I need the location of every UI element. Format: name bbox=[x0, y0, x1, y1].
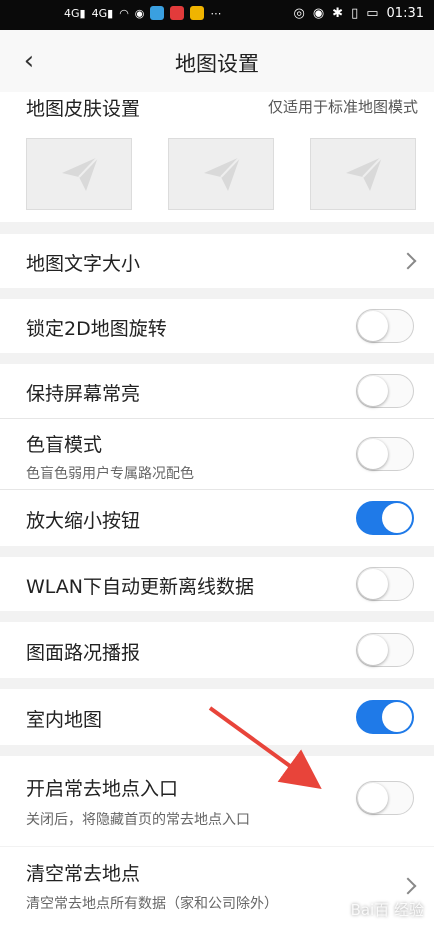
toggle-knob bbox=[358, 783, 388, 813]
status-bar: 4G▮ 4G▮ ◠ ◉ ⋯ ◎ ◉ ✱ ▯ ▭ 01:31 bbox=[0, 0, 434, 30]
toggle-knob bbox=[382, 503, 412, 533]
skin-option[interactable] bbox=[310, 138, 416, 210]
paper-plane-icon bbox=[204, 156, 241, 191]
color-blind-sub: 色盲色弱用户专属路况配色 bbox=[26, 466, 194, 482]
clear-places-sub: 清空常去地点所有数据（家和公司除外） bbox=[26, 896, 278, 912]
app-notification-icon bbox=[150, 6, 165, 20]
sync-icon: ◉ bbox=[134, 6, 145, 20]
toggle-knob bbox=[358, 439, 388, 469]
traffic-broadcast-row: 图面路况播报 bbox=[0, 622, 434, 678]
toggle-knob bbox=[358, 635, 388, 665]
wifi-icon: ◠ bbox=[119, 6, 129, 20]
status-right: ◎ ◉ ✱ ▯ ▭ 01:31 bbox=[293, 6, 424, 21]
toggle-knob bbox=[358, 311, 388, 341]
keep-screen-toggle[interactable] bbox=[356, 374, 414, 408]
more-icon: ⋯ bbox=[210, 6, 222, 20]
wlan-update-label: WLAN下自动更新离线数据 bbox=[26, 576, 255, 598]
toggle-knob bbox=[382, 702, 412, 732]
zoom-buttons-label: 放大缩小按钮 bbox=[26, 510, 141, 532]
chevron-right-icon bbox=[399, 877, 417, 895]
frequent-places-toggle[interactable] bbox=[356, 781, 414, 815]
network-type-label: 4G bbox=[91, 6, 108, 20]
indoor-map-row: 室内地图 bbox=[0, 689, 434, 745]
app-notification-icon bbox=[170, 6, 185, 20]
status-left: 4G▮ 4G▮ ◠ ◉ ⋯ bbox=[64, 6, 221, 20]
battery-icon: ▭ bbox=[366, 6, 379, 21]
map-skin-section: 地图皮肤设置 仅适用于标准地图模式 bbox=[0, 92, 434, 222]
wlan-update-toggle[interactable] bbox=[356, 567, 414, 601]
zoom-buttons-row: 放大缩小按钮 bbox=[0, 490, 434, 546]
text-size-label: 地图文字大小 bbox=[26, 253, 141, 275]
zoom-buttons-toggle[interactable] bbox=[356, 501, 414, 535]
eye-icon: ◉ bbox=[312, 6, 325, 21]
paper-plane-icon bbox=[346, 156, 383, 191]
color-blind-label: 色盲模式 bbox=[26, 434, 103, 456]
toggle-knob bbox=[358, 376, 388, 406]
wlan-update-row: WLAN下自动更新离线数据 bbox=[0, 557, 434, 611]
vibrate-icon: ▯ bbox=[351, 6, 359, 21]
color-blind-toggle[interactable] bbox=[356, 437, 414, 471]
watermark: Bai百 经验 bbox=[350, 901, 424, 919]
signal-icon-2: 4G▮ bbox=[91, 6, 114, 20]
keep-screen-label: 保持屏幕常亮 bbox=[26, 383, 141, 405]
paper-plane-icon bbox=[62, 156, 99, 191]
bluetooth-icon: ✱ bbox=[332, 6, 344, 21]
chevron-right-icon bbox=[399, 252, 417, 270]
keep-screen-row: 保持屏幕常亮 bbox=[0, 364, 434, 418]
map-skin-note: 仅适用于标准地图模式 bbox=[267, 98, 418, 116]
text-size-row[interactable]: 地图文字大小 bbox=[0, 234, 434, 288]
headset-icon: ◎ bbox=[293, 6, 305, 21]
signal-icon-1: 4G▮ bbox=[64, 6, 86, 20]
frequent-places-row: 开启常去地点入口 关闭后，将隐藏首页的常去地点入口 bbox=[0, 756, 434, 846]
indoor-map-label: 室内地图 bbox=[26, 709, 103, 731]
indoor-map-toggle[interactable] bbox=[356, 700, 414, 734]
traffic-broadcast-label: 图面路况播报 bbox=[26, 642, 141, 664]
nav-bar: ‹ 地图设置 bbox=[0, 30, 434, 92]
lock-2d-toggle[interactable] bbox=[356, 309, 414, 343]
map-skin-title: 地图皮肤设置 bbox=[26, 98, 141, 120]
page-title: 地图设置 bbox=[175, 52, 259, 76]
lock-2d-label: 锁定2D地图旋转 bbox=[26, 318, 167, 340]
clock: 01:31 bbox=[386, 6, 424, 21]
app-notification-icon bbox=[190, 6, 205, 20]
frequent-places-label: 开启常去地点入口 bbox=[26, 778, 179, 800]
traffic-broadcast-toggle[interactable] bbox=[356, 633, 414, 667]
lock-2d-row: 锁定2D地图旋转 bbox=[0, 299, 434, 353]
network-type-label: 4G bbox=[64, 6, 80, 20]
skin-option[interactable] bbox=[26, 138, 132, 210]
color-blind-row: 色盲模式 色盲色弱用户专属路况配色 bbox=[0, 419, 434, 489]
toggle-knob bbox=[358, 569, 388, 599]
frequent-places-sub: 关闭后，将隐藏首页的常去地点入口 bbox=[26, 812, 250, 828]
clear-places-label: 清空常去地点 bbox=[26, 863, 141, 885]
skin-option[interactable] bbox=[168, 138, 274, 210]
